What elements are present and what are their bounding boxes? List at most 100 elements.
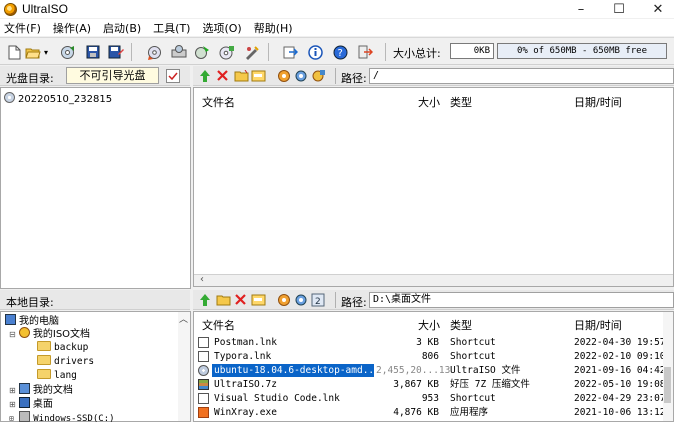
image-root-item[interactable]: 20220510_232815 [4,92,112,106]
iso-file-icon [198,365,209,376]
collapse-toggle-icon[interactable]: ⊟ [9,330,16,339]
file-row[interactable]: WinXray.exe 4,876 KB 应用程序 2021-10-06 13:… [194,406,673,419]
scrollbar-thumb[interactable] [664,367,671,403]
file-size: 806 [421,351,439,362]
local-path-field[interactable]: D:\桌面文件 [369,292,674,308]
col-filename[interactable]: 文件名 [202,317,235,333]
file-row[interactable]: UltraISO.7z 3,867 KB 好压 7Z 压缩文件 2022-05-… [194,378,673,391]
file-row-selected[interactable]: ubuntu-18.04.6-desktop-amd... 2,455,20..… [194,364,673,377]
computer-icon [5,314,16,325]
file-size: 953 [421,393,439,404]
file-name: Visual Studio Code.lnk [214,393,340,404]
exe-file-icon [198,407,209,418]
col-filename[interactable]: 文件名 [202,94,235,110]
refresh-icon[interactable] [277,293,291,310]
image-dir-label: 光盘目录: [6,72,54,85]
minimize-button[interactable]: – [565,0,597,18]
exit-icon[interactable] [356,43,374,61]
back-arrow-icon[interactable] [199,69,211,86]
image-tree[interactable]: 20220510_232815 [0,87,191,289]
file-size: 3,867 KB [393,379,439,390]
toolbar-separator [385,43,386,61]
rename-icon[interactable] [251,70,266,85]
extract-cd-icon[interactable] [58,43,76,61]
file-row[interactable]: Visual Studio Code.lnk 953 Shortcut 2022… [194,392,673,405]
col-size[interactable]: 大小 [418,317,440,333]
boot-type-button[interactable]: 不可引导光盘 [66,67,159,84]
refresh-icon[interactable] [277,69,291,86]
info-icon[interactable] [306,43,324,61]
menu-help[interactable]: 帮助(H) [250,20,297,36]
tree-drive-c[interactable]: ⊞ Windows-SSD(C:) [9,411,115,422]
file-row[interactable]: Typora.lnk 806 Shortcut 2022-02-10 09:10 [194,350,673,363]
compress-icon[interactable] [193,43,211,61]
new-file-icon[interactable] [5,43,23,61]
new-folder-icon[interactable] [234,69,249,85]
total-size-value: 0KB [450,43,494,59]
local-file-list[interactable]: 文件名 大小 类型 日期/时间 Postman.lnk 3 KB Shortcu… [193,311,674,422]
col-type[interactable]: 类型 [450,94,472,110]
close-button[interactable]: ✕ [642,0,674,18]
view-options-icon[interactable] [311,69,326,86]
menu-bootable[interactable]: 启动(B) [99,20,145,36]
toolbar-separator [131,43,132,61]
menu-file[interactable]: 文件(F) [0,20,45,36]
make-cd-icon[interactable] [218,43,236,61]
file-list-scrollbar[interactable] [663,312,673,421]
options-icon[interactable] [281,43,299,61]
tree-backup[interactable]: backup [37,341,88,354]
image-path-field[interactable]: / [369,68,674,84]
tree-label: 我的ISO文档 [32,329,91,340]
col-date[interactable]: 日期/时间 [574,94,622,110]
image-file-list[interactable]: 文件名 大小 类型 日期/时间 ‹ [193,87,674,287]
mount-drive-icon[interactable] [170,43,188,61]
expand-toggle-icon[interactable]: ⊞ [9,414,14,422]
tools-wand-icon[interactable] [243,43,261,61]
help-icon[interactable]: ? [331,43,349,61]
tree-drivers[interactable]: drivers [37,355,94,368]
tree-lang[interactable]: lang [37,369,77,382]
settings-gear-icon[interactable] [294,69,308,86]
expand-toggle-icon[interactable]: ⊞ [9,386,16,395]
scroll-left-arrow-icon[interactable]: ‹ [200,274,204,285]
tree-my-computer[interactable]: 我的电脑 [5,314,59,328]
col-type[interactable]: 类型 [450,317,472,333]
total-size-label: 大小总计: [393,47,441,60]
tree-desktop[interactable]: ⊞ 桌面 [9,397,53,411]
local-dir-header: 本地目录: [0,290,190,310]
tree-my-iso[interactable]: ⊟ 我的ISO文档 [9,327,90,341]
col-date[interactable]: 日期/时间 [574,317,622,333]
file-name: Postman.lnk [214,337,277,348]
burn-cd-icon[interactable] [145,43,163,61]
save-as-icon[interactable] [107,43,125,61]
open-dropdown-icon[interactable]: ▾ [41,43,51,61]
iso-folder-icon [18,327,30,338]
menu-actions[interactable]: 操作(A) [49,20,95,36]
save-icon[interactable] [84,43,102,61]
svg-text:2: 2 [315,297,321,307]
tree-scrollbar[interactable]: ︿ [178,312,190,421]
svg-text:?: ? [337,48,342,59]
delete-icon[interactable] [216,69,229,85]
view-mode-icon[interactable]: 2 [311,293,325,310]
local-tree[interactable]: 我的电脑 ⊟ 我的ISO文档 backup drivers lang ⊞ 我的文… [0,311,191,422]
delete-icon[interactable] [234,293,247,309]
capacity-bar: 0% of 650MB - 650MB free [497,43,667,59]
new-folder-icon[interactable] [216,294,231,309]
tree-my-documents[interactable]: ⊞ 我的文档 [9,383,73,397]
expand-toggle-icon[interactable]: ⊞ [9,400,16,409]
add-arrow-icon[interactable] [199,293,211,310]
horizontal-scrollbar[interactable]: ‹ [194,274,673,286]
rename-icon[interactable] [251,294,266,309]
settings-gear-icon[interactable] [294,293,308,310]
maximize-button[interactable]: ☐ [603,0,635,18]
menu-options[interactable]: 选项(O) [198,20,245,36]
scroll-up-arrow-icon[interactable]: ︿ [179,312,188,325]
col-size[interactable]: 大小 [418,94,440,110]
file-row[interactable]: Postman.lnk 3 KB Shortcut 2022-04-30 19:… [194,336,673,349]
window-title: UltraISO [22,2,69,16]
menu-tools[interactable]: 工具(T) [149,20,194,36]
boot-file-icon[interactable] [166,69,180,83]
file-date: 2021-10-06 13:12 [574,407,666,418]
open-folder-icon[interactable] [24,43,42,61]
